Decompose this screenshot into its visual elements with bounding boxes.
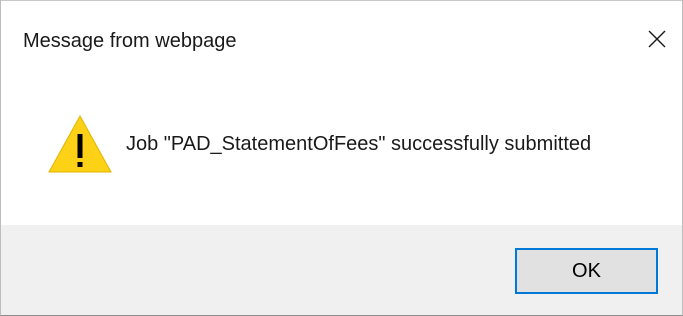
- dialog-content: Job "PAD_StatementOfFees" successfully s…: [1, 78, 682, 225]
- dialog-footer: OK: [1, 225, 682, 315]
- warning-icon: [47, 114, 113, 174]
- dialog-message: Job "PAD_StatementOfFees" successfully s…: [126, 133, 592, 155]
- dialog-title: Message from webpage: [23, 30, 237, 52]
- message-dialog: Message from webpage Job "PAD_StatementO…: [0, 0, 683, 316]
- ok-button[interactable]: OK: [515, 248, 658, 294]
- dialog-title-bar[interactable]: Message from webpage: [1, 0, 682, 78]
- close-icon: [648, 30, 666, 48]
- close-button[interactable]: [640, 22, 674, 56]
